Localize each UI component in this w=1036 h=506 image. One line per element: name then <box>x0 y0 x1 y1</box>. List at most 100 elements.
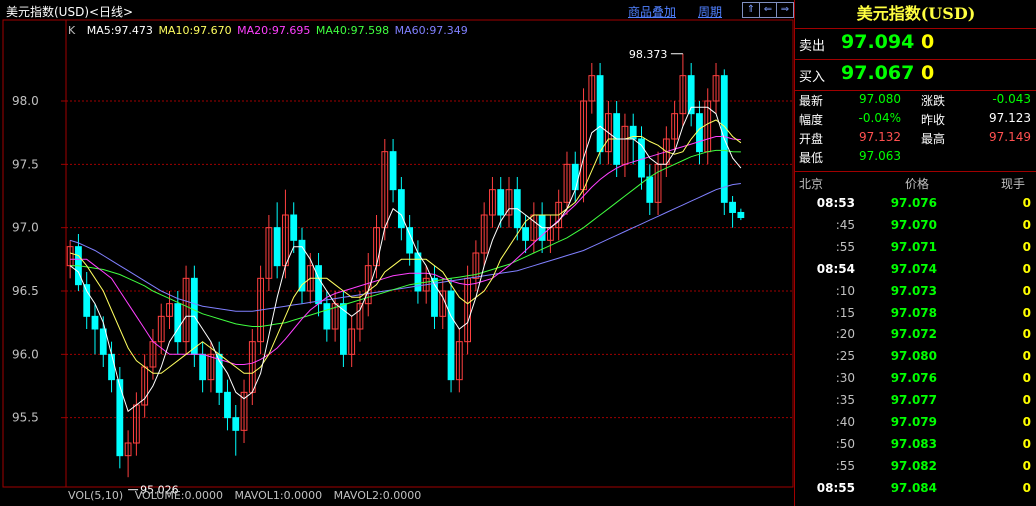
tick-row: :30 97.076 0 <box>795 368 1036 388</box>
stat-label: 开盘 <box>799 132 824 146</box>
nav-right-button[interactable]: ⇒ <box>776 2 794 18</box>
stat-value: 97.132 <box>859 130 901 144</box>
y-tick-label: 95.5 <box>12 411 39 425</box>
tick-volume: 0 <box>1022 480 1031 495</box>
tick-price: 97.071 <box>890 239 937 254</box>
ticks-header: 北京 价格 现手 <box>795 171 1036 192</box>
buy-price: 97.067 <box>841 62 915 84</box>
candle-body <box>571 163 579 191</box>
candle-body <box>522 227 529 241</box>
candle-body <box>174 303 182 343</box>
tick-row: :15 97.078 0 <box>795 303 1036 323</box>
vol-label: VOL(5,10) <box>68 489 124 502</box>
tick-row: :55 97.071 0 <box>795 237 1036 257</box>
candle-body <box>83 284 91 317</box>
candle-body <box>646 176 654 203</box>
tick-volume: 0 <box>1022 393 1031 408</box>
tick-row: :20 97.072 0 <box>795 324 1036 344</box>
tick-volume: 0 <box>1022 239 1031 254</box>
candle-body <box>397 189 405 229</box>
tick-price: 97.076 <box>890 371 937 386</box>
tick-price: 97.083 <box>890 436 937 451</box>
chart-panel[interactable]: 98.0 97.5 97.0 96.5 96.0 95.5 98.373 95.026 美元指… <box>0 0 794 506</box>
tick-row: :55 97.082 0 <box>795 456 1036 476</box>
ma10-legend: MA10:97.670 <box>158 24 232 37</box>
stat-label: 最低 <box>799 151 824 165</box>
nav-up-button[interactable]: ⇑ <box>742 2 760 18</box>
y-tick-label: 97.0 <box>12 221 39 235</box>
tick-row: :25 97.080 0 <box>795 346 1036 366</box>
ma40-legend: MA40:97.598 <box>315 24 390 37</box>
nav-left-button[interactable]: ⇐ <box>759 2 777 18</box>
chart-titlebar: 美元指数(USD)<日线> 商品叠加 周期 ⇑ ⇐ ⇒ <box>0 0 794 20</box>
tick-price: 97.079 <box>890 415 937 429</box>
high-label: 98.373 <box>629 48 668 61</box>
tick-row: 08:54 97.074 0 <box>795 259 1036 279</box>
candle-body <box>108 353 115 381</box>
stat-row: 开盘 97.132 最高 97.149 <box>795 128 1036 147</box>
tick-price: 97.070 <box>890 217 937 232</box>
candle-body <box>696 113 703 153</box>
tick-time: :55 <box>835 239 855 254</box>
tick-volume: 0 <box>1022 371 1031 386</box>
tick-time: :30 <box>835 371 855 386</box>
overlay-commodity-link[interactable]: 商品叠加 <box>628 3 676 20</box>
sell-volume: 0 <box>921 31 935 53</box>
sell-label: 卖出 <box>799 39 826 54</box>
stat-label: 涨跌 <box>921 94 946 108</box>
y-tick-label: 96.0 <box>12 347 39 361</box>
period-link[interactable]: 周期 <box>698 3 722 20</box>
stat-label: 幅度 <box>799 113 824 127</box>
tick-time: :20 <box>835 327 855 342</box>
tick-volume: 0 <box>1022 196 1031 210</box>
candle-body <box>224 391 231 419</box>
tick-row: 08:55 97.084 0 <box>795 478 1036 498</box>
tick-volume: 0 <box>1022 217 1031 232</box>
y-tick-label: 98.0 <box>12 94 39 108</box>
tick-volume: 0 <box>1022 458 1031 473</box>
ma5-legend: MA5:97.473 <box>86 24 153 37</box>
tick-time: :45 <box>835 217 855 232</box>
tick-time: :55 <box>835 458 855 473</box>
tick-time: :15 <box>835 305 855 320</box>
tick-volume: 0 <box>1022 261 1031 276</box>
tick-time: 08:55 <box>816 480 855 495</box>
candle-body <box>323 303 331 330</box>
ma60-legend: MA60:97.349 <box>394 24 468 37</box>
stat-value: 97.080 <box>859 92 901 106</box>
volume-value: VOLUME:0.0000 <box>134 489 223 502</box>
stat-value: -0.04% <box>858 111 901 125</box>
sell-row: 卖出 97.094 0 <box>795 29 1036 60</box>
mavol1-value: MAVOL1:0.0000 <box>234 489 323 502</box>
tick-row: :45 97.070 0 <box>795 215 1036 235</box>
candle-body <box>406 227 414 254</box>
tick-time: :35 <box>835 393 855 408</box>
ticks-header-price: 价格 <box>905 177 930 191</box>
kline-chart[interactable]: 98.097.597.096.596.095.598.37395.026 <box>0 0 794 506</box>
stat-label: 最高 <box>921 132 946 146</box>
tick-time: :10 <box>835 283 855 298</box>
tick-volume: 0 <box>1022 327 1031 342</box>
candle-body <box>389 151 397 191</box>
candle-body <box>729 201 736 213</box>
candle-body <box>99 328 107 355</box>
candle-body <box>91 315 99 330</box>
tick-time: 08:54 <box>816 261 855 276</box>
stat-label: 昨收 <box>921 113 946 127</box>
candle-body <box>273 227 281 267</box>
tick-row: :35 97.077 0 <box>795 390 1036 410</box>
tick-time: :40 <box>835 415 855 429</box>
stat-row: 最低 97.063 <box>795 147 1036 166</box>
buy-volume: 0 <box>921 62 935 84</box>
tick-price: 97.082 <box>890 458 937 473</box>
tick-row: 08:53 97.076 0 <box>795 193 1036 213</box>
tick-time: :50 <box>835 436 855 451</box>
quote-title: 美元指数(USD) <box>795 0 1036 29</box>
mavol2-value: MAVOL2:0.0000 <box>333 489 422 502</box>
tick-price: 97.076 <box>890 196 937 210</box>
candle-body <box>497 189 505 216</box>
tick-row: :50 97.083 0 <box>795 434 1036 454</box>
stat-value: 97.063 <box>859 149 901 163</box>
stat-label: 最新 <box>799 94 824 108</box>
volume-legend: VOL(5,10) VOLUME:0.0000 MAVOL1:0.0000 MA… <box>68 489 429 502</box>
